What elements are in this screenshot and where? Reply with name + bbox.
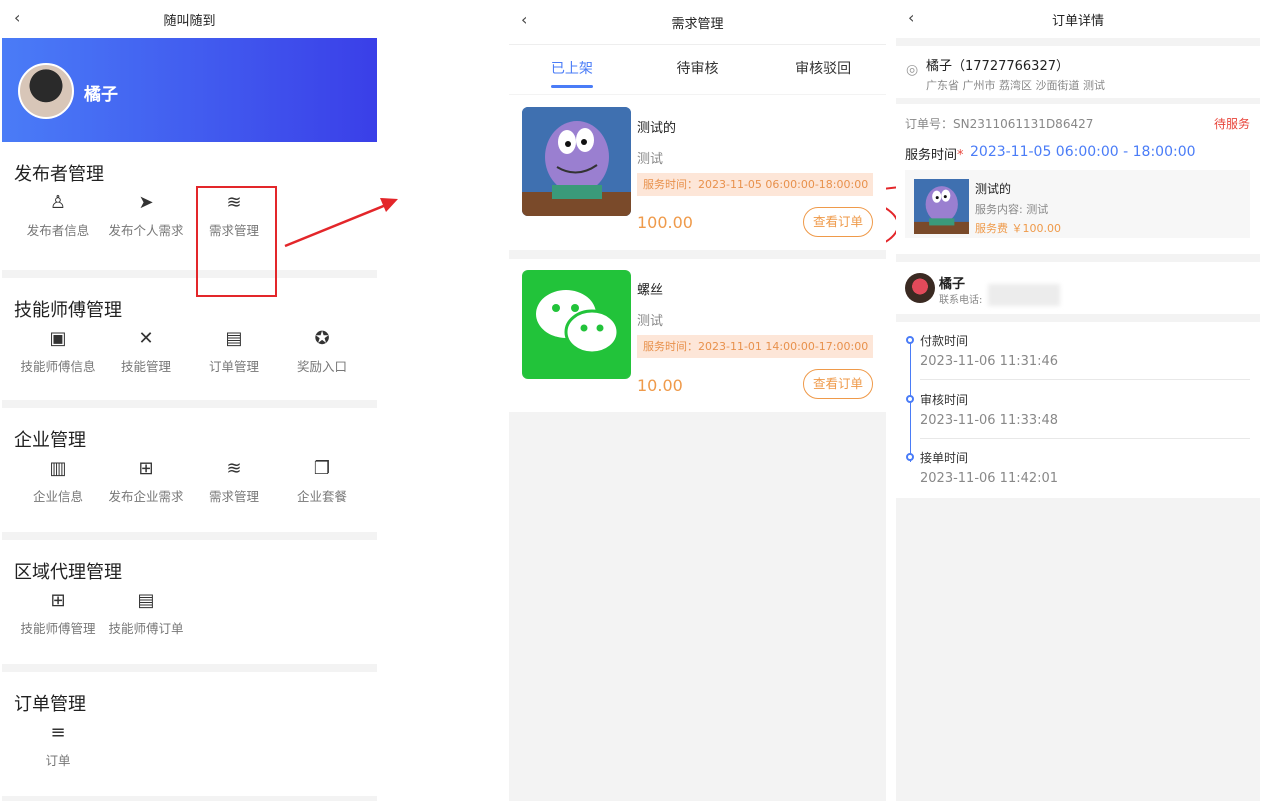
phone-redacted bbox=[988, 284, 1060, 306]
back-chevron-icon[interactable]: ‹ bbox=[521, 10, 527, 29]
worker-block: 橘子 联系电话: bbox=[896, 262, 1260, 314]
item-title: 测试的 bbox=[975, 182, 1012, 196]
address-text: 广东省 广州市 荔湾区 沙面街道 测试 bbox=[926, 79, 1105, 92]
service-time-banner: 服务时间：2023-11-05 06:00:00-18:00:00 bbox=[637, 173, 873, 196]
service-time-value: 2023-11-05 06:00:00 - 18:00:00 bbox=[970, 144, 1196, 160]
order-timeline: 付款时间 2023-11-06 11:31:46 审核时间 2023-11-06… bbox=[896, 322, 1260, 498]
worker-avatar bbox=[905, 273, 935, 303]
service-time-label: 服务时间* bbox=[905, 148, 964, 163]
timeline-dot bbox=[906, 336, 914, 344]
demand-management-screen: ‹ 需求管理 已上架 待审核 审核驳回 测试的 测试 服务时间：2023-11-… bbox=[509, 0, 886, 801]
demand-thumbnail bbox=[522, 107, 631, 216]
tab-listed[interactable]: 已上架 bbox=[509, 45, 635, 94]
demand-description: 测试 bbox=[637, 152, 664, 167]
page-title: 需求管理 bbox=[671, 16, 724, 32]
timeline-time: 2023-11-06 11:42:01 bbox=[920, 471, 1059, 486]
order-item[interactable]: 测试的 服务内容: 测试 服务费 ￥100.00 bbox=[905, 170, 1250, 238]
worker-name: 橘子 bbox=[939, 277, 966, 292]
item-fee: 服务费 ￥100.00 bbox=[975, 222, 1061, 235]
address-block[interactable]: ◎ 橘子（17727766327） 广东省 广州市 荔湾区 沙面街道 测试 bbox=[896, 46, 1260, 98]
order-detail-screen: ‹ 订单详情 ◎ 橘子（17727766327） 广东省 广州市 荔湾区 沙面街… bbox=[896, 0, 1260, 801]
location-pin-icon: ◎ bbox=[906, 62, 919, 78]
nav-bar: ‹ 需求管理 bbox=[509, 0, 886, 44]
demand-price: 100.00 bbox=[637, 213, 693, 232]
item-content: 服务内容: 测试 bbox=[975, 203, 1049, 216]
demand-thumbnail bbox=[522, 270, 631, 379]
order-info-block: 订单号：SN2311061131D86427 待服务 服务时间* 2023-11… bbox=[896, 104, 1260, 254]
timeline-label: 付款时间 bbox=[920, 334, 969, 348]
demand-card[interactable]: 螺丝 测试 服务时间：2023-11-01 14:00:00-17:00:00 … bbox=[509, 259, 886, 412]
tab-rejected[interactable]: 审核驳回 bbox=[760, 45, 886, 94]
nav-bar: ‹ 订单详情 bbox=[896, 0, 1260, 38]
timeline-dot bbox=[906, 395, 914, 403]
view-order-button[interactable]: 查看订单 bbox=[803, 369, 873, 399]
item-thumbnail bbox=[914, 179, 969, 234]
page-title: 订单详情 bbox=[1051, 13, 1104, 29]
demand-card[interactable]: 测试的 测试 服务时间：2023-11-05 06:00:00-18:00:00… bbox=[509, 95, 886, 250]
timeline-label: 接单时间 bbox=[920, 451, 969, 465]
timeline-label: 审核时间 bbox=[920, 393, 969, 407]
timeline-time: 2023-11-06 11:31:46 bbox=[920, 354, 1059, 369]
screenshot-stage: ‹ 随叫随到 橘子 发布者管理 ♙ 发布者信息 ➤ 发布个人需求 ≋ 需求管理 bbox=[0, 0, 1262, 801]
required-mark: * bbox=[957, 148, 964, 163]
demand-price: 10.00 bbox=[637, 376, 683, 395]
contact-name: 橘子（17727766327） bbox=[926, 59, 1069, 74]
timeline-dot bbox=[906, 453, 914, 461]
timeline-time: 2023-11-06 11:33:48 bbox=[920, 413, 1059, 428]
order-number: 订单号：SN2311061131D86427 bbox=[905, 117, 1094, 131]
back-chevron-icon[interactable]: ‹ bbox=[908, 8, 914, 27]
tab-pending-review[interactable]: 待审核 bbox=[635, 45, 761, 94]
worker-phone-label: 联系电话: bbox=[939, 295, 983, 306]
demand-description: 测试 bbox=[637, 314, 664, 329]
status-tabs: 已上架 待审核 审核驳回 bbox=[509, 44, 886, 94]
service-time-banner: 服务时间：2023-11-01 14:00:00-17:00:00 bbox=[637, 335, 873, 358]
status-badge: 待服务 bbox=[1214, 117, 1251, 131]
demand-title: 测试的 bbox=[637, 121, 677, 136]
view-order-button[interactable]: 查看订单 bbox=[803, 207, 873, 237]
demand-title: 螺丝 bbox=[637, 283, 664, 298]
